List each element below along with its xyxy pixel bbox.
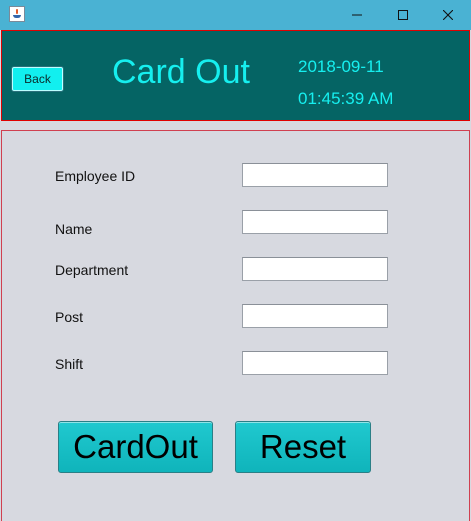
time-label: 01:45:39 AM <box>298 89 394 108</box>
maximize-icon <box>398 10 408 20</box>
close-button[interactable] <box>425 0 471 30</box>
date-label: 2018-09-11 <box>298 57 384 76</box>
shift-field[interactable] <box>242 351 388 375</box>
minimize-button[interactable] <box>334 0 380 30</box>
shift-label: Shift <box>55 356 84 372</box>
post-field[interactable] <box>242 304 388 328</box>
page-title: Card Out <box>112 53 250 91</box>
back-button[interactable]: Back <box>11 66 64 92</box>
name-label: Name <box>55 221 93 237</box>
window-title-bar <box>0 0 471 30</box>
header-panel: Back Card Out 2018-09-11 01:45:39 AM <box>1 30 470 121</box>
employee-id-label: Employee ID <box>55 168 136 184</box>
minimize-icon <box>352 14 362 16</box>
name-field[interactable] <box>242 210 388 234</box>
maximize-button[interactable] <box>380 0 426 30</box>
employee-id-field[interactable] <box>242 163 388 187</box>
cardout-button[interactable]: CardOut <box>58 421 213 473</box>
post-label: Post <box>55 309 84 325</box>
department-field[interactable] <box>242 257 388 281</box>
java-app-icon <box>9 6 25 22</box>
close-icon <box>443 10 453 20</box>
reset-button[interactable]: Reset <box>235 421 371 473</box>
department-label: Department <box>55 262 129 278</box>
